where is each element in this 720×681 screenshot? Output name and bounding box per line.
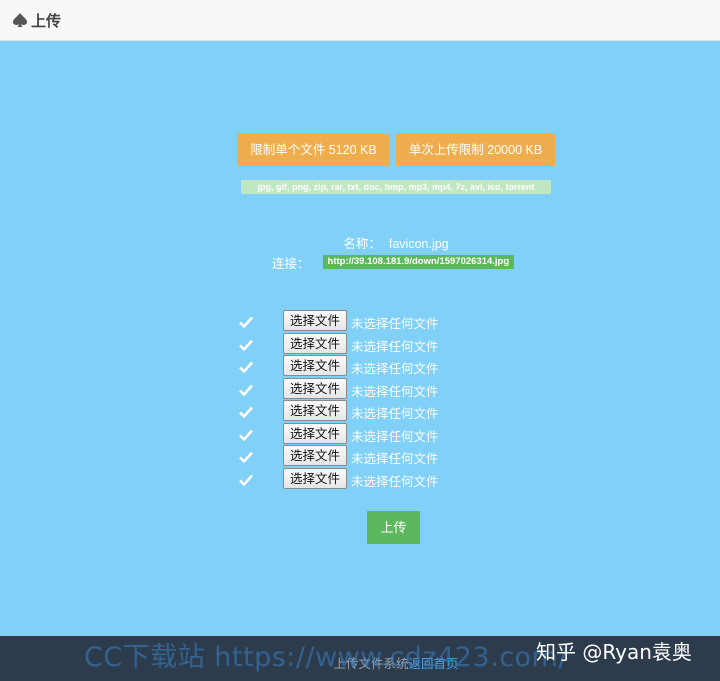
choose-file-button[interactable]: 选择文件 [283, 467, 347, 489]
result-name-line: 名称： favicon.jpg [0, 233, 720, 252]
result-link-line: 连接： http://39.108.181.9/down/1597026314.… [272, 254, 515, 271]
file-status-text: 未选择任何文件 [351, 317, 439, 331]
upload-submit-button[interactable]: 上传 [367, 511, 420, 544]
file-input-row: 选择文件 未选择任何文件 [237, 332, 497, 356]
upload-total-limit-badge: 单次上传限制 20000 KB [396, 134, 555, 166]
link-label: 连接： [272, 256, 310, 271]
choose-file-button[interactable]: 选择文件 [283, 355, 347, 376]
choose-file-button[interactable]: 选择文件 [283, 332, 347, 354]
choose-file-button[interactable]: 选择文件 [283, 422, 347, 444]
brand-title: 上传 [31, 12, 62, 30]
file-input-row: 选择文件 未选择任何文件 [237, 467, 497, 491]
check-icon [239, 406, 253, 418]
file-input-list: 选择文件 未选择任何文件 选择文件 未选择任何文件 选择文件 未选择任何文件 选择文件 未选择… [237, 310, 497, 490]
check-icon [239, 474, 253, 486]
check-icon [239, 339, 253, 351]
file-status-text: 未选择任何文件 [351, 474, 439, 489]
check-icon [239, 451, 253, 463]
file-input-row: 选择文件 未选择任何文件 [237, 355, 497, 378]
file-status-text: 未选择任何文件 [351, 429, 439, 444]
file-status-text: 未选择任何文件 [351, 452, 439, 466]
file-status-text: 未选择任何文件 [351, 339, 439, 354]
file-name-value: favicon.jpg [388, 237, 449, 251]
file-input-row: 选择文件 未选择任何文件 [237, 422, 497, 446]
check-icon [239, 384, 253, 396]
allowed-types-badge: jpg, gif, png, zip, rar, txt, doc, bmp, … [241, 180, 551, 194]
choose-file-button[interactable]: 选择文件 [283, 400, 347, 421]
file-status-text: 未选择任何文件 [351, 384, 439, 399]
upload-limits: 限制单个文件 5120 KB 单次上传限制 20000 KB [237, 134, 555, 166]
check-icon [239, 316, 253, 328]
choose-file-button[interactable]: 选择文件 [283, 377, 347, 399]
file-input-row: 选择文件 未选择任何文件 [237, 377, 497, 401]
top-navbar: 上传 [0, 0, 720, 41]
brand-link[interactable]: 上传 [12, 10, 61, 30]
choose-file-button[interactable]: 选择文件 [283, 310, 347, 331]
file-input-row: 选择文件 未选择任何文件 [237, 400, 497, 423]
file-input-row: 选择文件 未选择任何文件 [237, 445, 497, 468]
file-input-row: 选择文件 未选择任何文件 [237, 310, 497, 333]
name-label: 名称： [343, 237, 381, 251]
credit-text: 知乎 @Ryan袁奥 [536, 640, 692, 664]
choose-file-button[interactable]: 选择文件 [283, 445, 347, 466]
spade-icon [13, 13, 27, 27]
single-file-limit-badge: 限制单个文件 5120 KB [237, 134, 390, 166]
file-status-text: 未选择任何文件 [351, 362, 439, 376]
check-icon [239, 429, 253, 441]
file-status-text: 未选择任何文件 [351, 407, 439, 421]
watermark-text: CC下载站 https://www.cdz423.com/ [84, 642, 568, 673]
check-icon [239, 361, 253, 373]
download-link[interactable]: http://39.108.181.9/down/1597026314.jpg [322, 255, 515, 269]
